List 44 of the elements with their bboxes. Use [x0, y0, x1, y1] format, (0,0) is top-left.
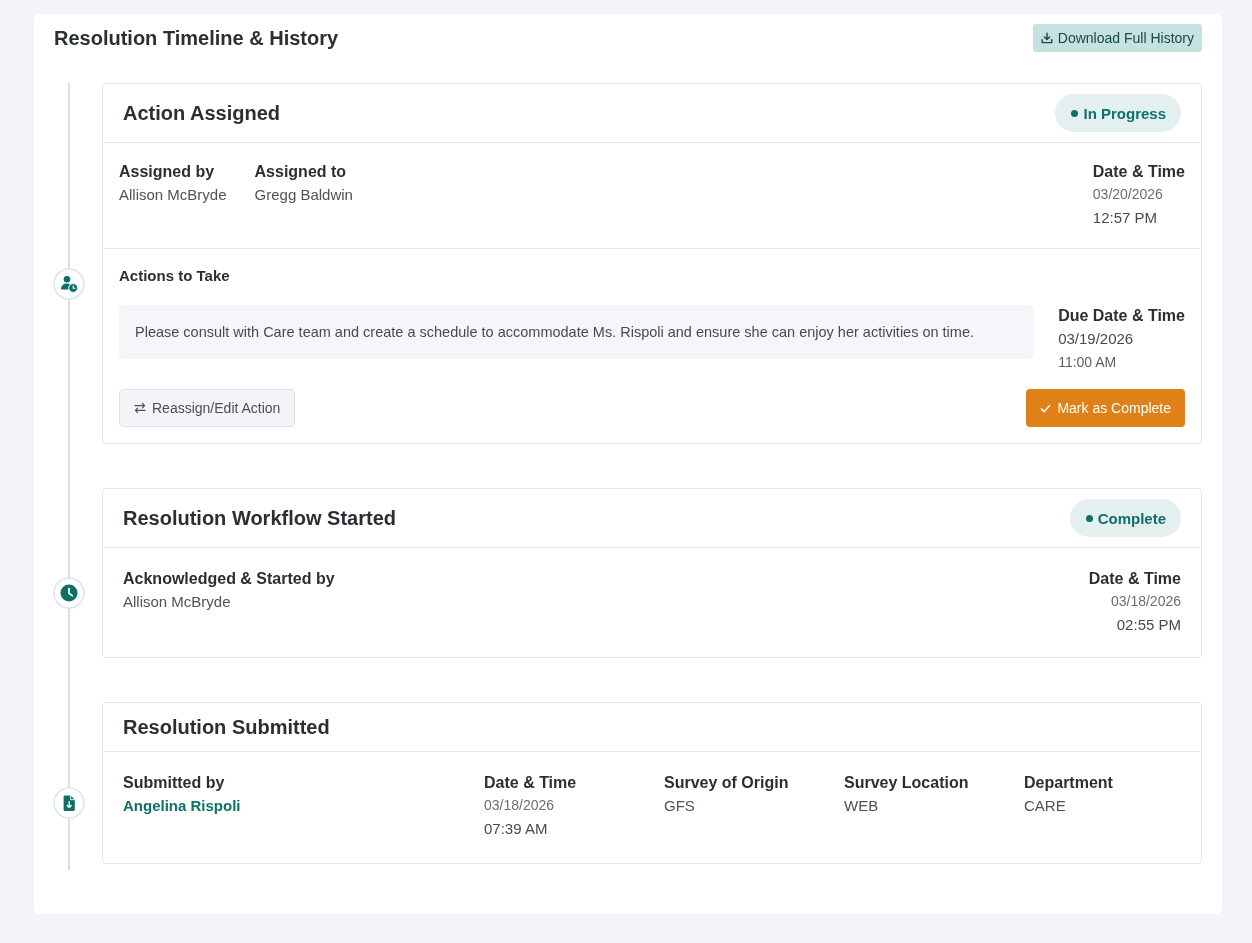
status-dot-icon	[1071, 109, 1079, 117]
status-label: Complete	[1097, 509, 1166, 527]
swap-arrows-icon	[134, 402, 146, 414]
field-label: Date & Time	[1092, 162, 1185, 182]
due-label: Due Date & Time	[1058, 306, 1185, 326]
reassign-button[interactable]: Reassign/Edit Action	[119, 389, 296, 427]
check-icon	[1040, 402, 1052, 414]
status-dot-icon	[1085, 514, 1093, 522]
field-label: Assigned by	[119, 162, 216, 182]
person-link[interactable]: Angelina Rispoli	[123, 797, 241, 814]
download-button[interactable]: Download Full History	[1032, 24, 1202, 52]
event-title: Resolution Workflow Started	[123, 506, 396, 530]
time-text: 07:39 AM	[484, 819, 549, 839]
status-label: In Progress	[1083, 104, 1166, 122]
actions-heading: Actions to Take	[119, 266, 231, 286]
field-label: Submitted by	[123, 773, 226, 793]
event-title: Resolution Submitted	[123, 715, 330, 739]
field-label: Date & Time	[484, 773, 578, 793]
file-download-icon	[53, 787, 85, 819]
field-label: Date & Time	[1088, 569, 1181, 589]
field-value: CARE	[1024, 796, 1067, 816]
download-icon	[1040, 32, 1053, 44]
field-label: Survey Location	[844, 773, 970, 793]
due-time-text: 11:00 AM	[1058, 353, 1118, 372]
time-text: 12:57 PM	[1092, 208, 1159, 228]
date-text: 03/20/2026	[1092, 185, 1164, 204]
panel-title: Resolution Timeline & History	[54, 26, 339, 50]
date-text: 03/18/2026	[1109, 592, 1181, 611]
user-clock-icon	[53, 267, 85, 300]
clock-icon	[53, 577, 85, 609]
field-value: Allison McBryde	[123, 592, 232, 612]
field-label: Acknowledged & Started by	[123, 569, 335, 589]
field-value: Gregg Baldwin	[254, 185, 353, 205]
field-value: GFS	[664, 796, 696, 816]
action-note: Please consult with Care team and create a schedule to accommodate Ms. Rispoli and ensure she can enjoy her activities on time.	[119, 305, 1035, 359]
field-value: WEB	[844, 796, 880, 816]
time-text: 02:55 PM	[1115, 615, 1181, 635]
field-label: Assigned to	[254, 162, 348, 182]
event-title: Action Assigned	[123, 101, 281, 125]
date-text: 03/18/2026	[484, 796, 556, 815]
due-date-text: 03/19/2026	[1058, 329, 1135, 349]
field-label: Survey of Origin	[664, 773, 790, 793]
field-value: Allison McBryde	[119, 185, 227, 205]
field-label: Department	[1024, 773, 1114, 793]
